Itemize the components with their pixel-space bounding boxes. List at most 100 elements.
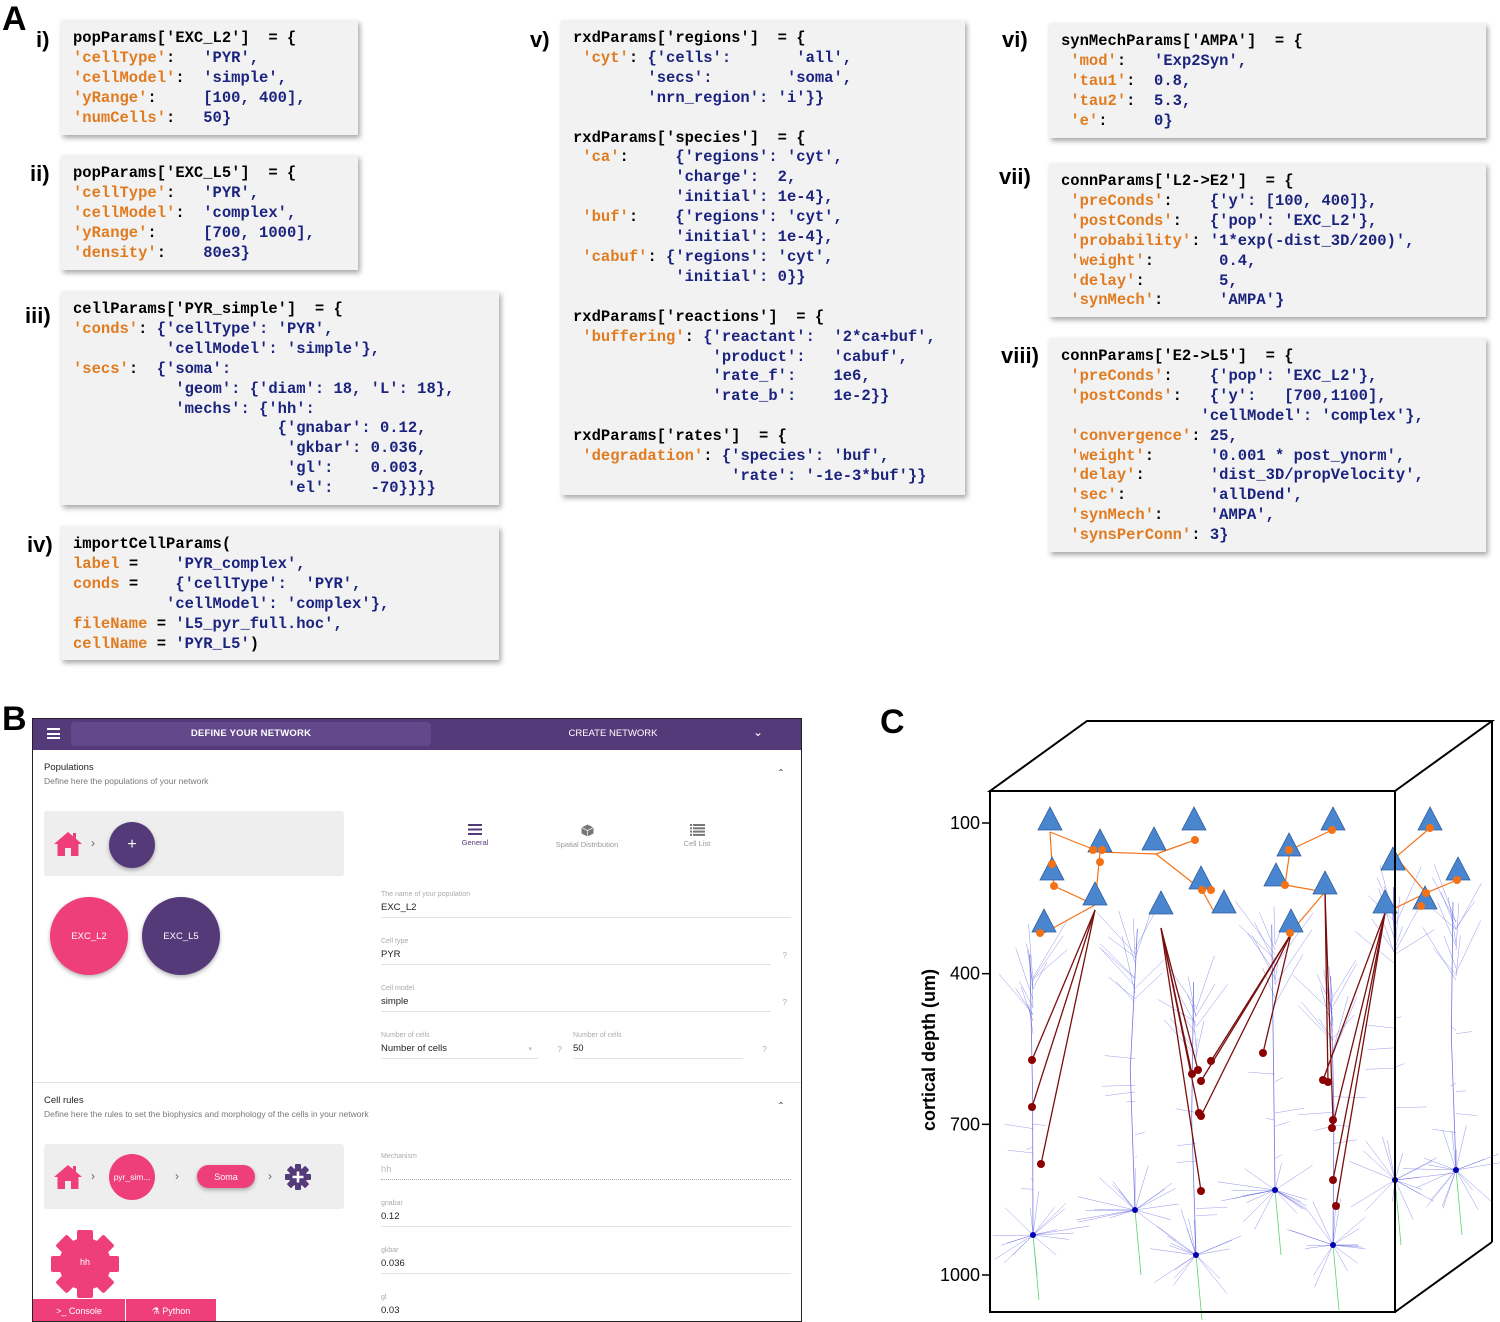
code-line: 'buf': {'regions': 'cyt', [573, 208, 953, 228]
basal-dendrite [1455, 1169, 1473, 1191]
tuft-dendrite [1101, 949, 1136, 987]
tab-spatial-distribution[interactable]: Spatial Distribution [543, 824, 631, 849]
basal-dendrite [1032, 1234, 1057, 1256]
help-icon[interactable]: ? [783, 998, 787, 1007]
code-text: : [1191, 526, 1210, 545]
console-button[interactable]: >_ Console [33, 1299, 125, 1321]
code-text: : [1126, 71, 1155, 90]
help-icon[interactable]: ? [558, 1045, 562, 1054]
tuft-dendrite [1332, 1014, 1355, 1039]
mechanism-value[interactable]: hh [381, 1164, 791, 1180]
basal-dendrite [1332, 1244, 1358, 1264]
code-value: '0.001 * post_ynorm', [1209, 446, 1406, 465]
mechanism-field[interactable]: Mechanism hh [381, 1153, 791, 1180]
gl-field[interactable]: gl 0.03 [381, 1294, 791, 1320]
add-population-button[interactable]: + [109, 822, 155, 868]
code-value: 25, [1209, 426, 1238, 445]
number-of-cells-label: Number of cells [573, 1032, 622, 1039]
cell-model-value[interactable]: simple [381, 996, 771, 1012]
code-line: 'gkbar': 0.036, [73, 439, 487, 459]
add-mechanism-gear-icon[interactable] [284, 1163, 312, 1191]
code-line: 'weight': 0.4, [1061, 252, 1474, 272]
l2-synapse-dot [1096, 858, 1104, 866]
axon [1195, 1254, 1203, 1321]
tab-create-network[interactable]: CREATE NETWORK [463, 722, 763, 746]
code-key: 'buf' [582, 208, 629, 227]
code-line: 'cellModel': 'simple'}, [73, 340, 487, 360]
population-chip-exc-l5[interactable]: EXC_L5 [142, 897, 220, 975]
collapse-cell-rules-icon[interactable]: ˆ [779, 1100, 783, 1114]
mechanism-chip-hh[interactable]: hh [50, 1229, 120, 1299]
chevron-down-icon[interactable]: ⌄ [753, 725, 763, 739]
basal-dendrite [1078, 1209, 1136, 1223]
home-icon[interactable] [53, 831, 83, 857]
basal-dendrite [1167, 1236, 1197, 1256]
code-line: 'cellType': 'PYR', [73, 184, 346, 204]
tuft-dendrite [1394, 902, 1423, 953]
code-key: 'cellModel' [73, 203, 176, 222]
code-value: 'product': 'cabuf', [712, 347, 908, 366]
oblique-dendrite [1265, 1117, 1276, 1121]
tab-general[interactable]: General [445, 824, 505, 847]
code-line: fileName = 'L5_pyr_full.hoc', [73, 615, 487, 635]
help-icon[interactable]: ? [763, 1045, 767, 1054]
code-key: 'preConds' [1070, 366, 1164, 385]
code-line: cellParams['PYR_simple'] = { [73, 300, 487, 320]
number-of-cells-value[interactable]: 50 [573, 1043, 743, 1059]
basal-dendrite [1134, 1188, 1176, 1211]
dropdown-arrow-icon[interactable]: ▾ [528, 1045, 532, 1053]
l5-connection-line [1040, 909, 1096, 1165]
code-line: 'preConds': {'pop': 'EXC_L2'}, [1061, 367, 1474, 387]
tuft-dendrite [1394, 866, 1422, 926]
number-of-cells-field[interactable]: Number of cells 50 ? [573, 1032, 767, 1059]
cell-type-field[interactable]: Cell type PYR ? [381, 938, 787, 965]
basal-dendrite [1455, 1124, 1467, 1171]
gnabar-field[interactable]: gnabar 0.12 [381, 1200, 791, 1227]
number-of-cells-select[interactable]: Number of cells Number of cells ▾ ? [381, 1032, 562, 1059]
basal-dendrite [1134, 1182, 1173, 1211]
gnabar-value[interactable]: 0.12 [381, 1211, 791, 1227]
code-line: 'product': 'cabuf', [573, 348, 953, 368]
gkbar-value[interactable]: 0.036 [381, 1258, 791, 1274]
code-line: 'postConds': {'y': [700,1100], [1061, 387, 1474, 407]
code-line: rxdParams['rates'] = { [573, 427, 953, 447]
number-of-cells-select-value[interactable]: Number of cells [381, 1043, 538, 1059]
hamburger-icon[interactable] [47, 728, 60, 739]
basal-dendrite [1109, 1209, 1136, 1219]
tuft-dendrite [1195, 955, 1215, 1010]
code-text: : [1135, 271, 1220, 290]
gl-label: gl [381, 1294, 387, 1301]
code-line: 'gl': 0.003, [73, 459, 487, 479]
code-key: 'cyt' [582, 48, 629, 67]
basal-dendrite [1134, 1203, 1179, 1211]
tab-define-network[interactable]: DEFINE YOUR NETWORK [71, 722, 431, 746]
python-button[interactable]: ⚗ Python [126, 1299, 216, 1321]
tab-cell-list[interactable]: Cell List [668, 824, 726, 848]
code-value: {'cellType': 'PYR', [156, 319, 334, 338]
home-icon[interactable] [53, 1164, 83, 1190]
code-value: [100, 400], [203, 88, 306, 107]
gkbar-field[interactable]: gkbar 0.036 [381, 1247, 791, 1274]
cell-model-field[interactable]: Cell model simple ? [381, 985, 787, 1012]
population-chip-exc-l2[interactable]: EXC_L2 [50, 897, 128, 975]
cell-type-value[interactable]: PYR [381, 949, 771, 965]
help-icon[interactable]: ? [783, 951, 787, 960]
code-key: 'weight' [1070, 251, 1145, 270]
code-line: 'el': -70}}}} [73, 479, 487, 499]
population-name-field[interactable]: The name of your population EXC_L2 [381, 891, 791, 918]
oblique-dendrite [1274, 1107, 1304, 1114]
cell-rule-chip[interactable]: pyr_sim... [109, 1154, 155, 1200]
section-chip-soma[interactable]: Soma [197, 1165, 255, 1188]
axon [1455, 1169, 1463, 1236]
tuft-dendrite [1108, 976, 1136, 999]
gl-value[interactable]: 0.03 [381, 1305, 791, 1320]
collapse-populations-icon[interactable]: ˆ [779, 767, 783, 781]
population-name-value[interactable]: EXC_L2 [381, 902, 791, 918]
code-text: : [156, 243, 204, 262]
